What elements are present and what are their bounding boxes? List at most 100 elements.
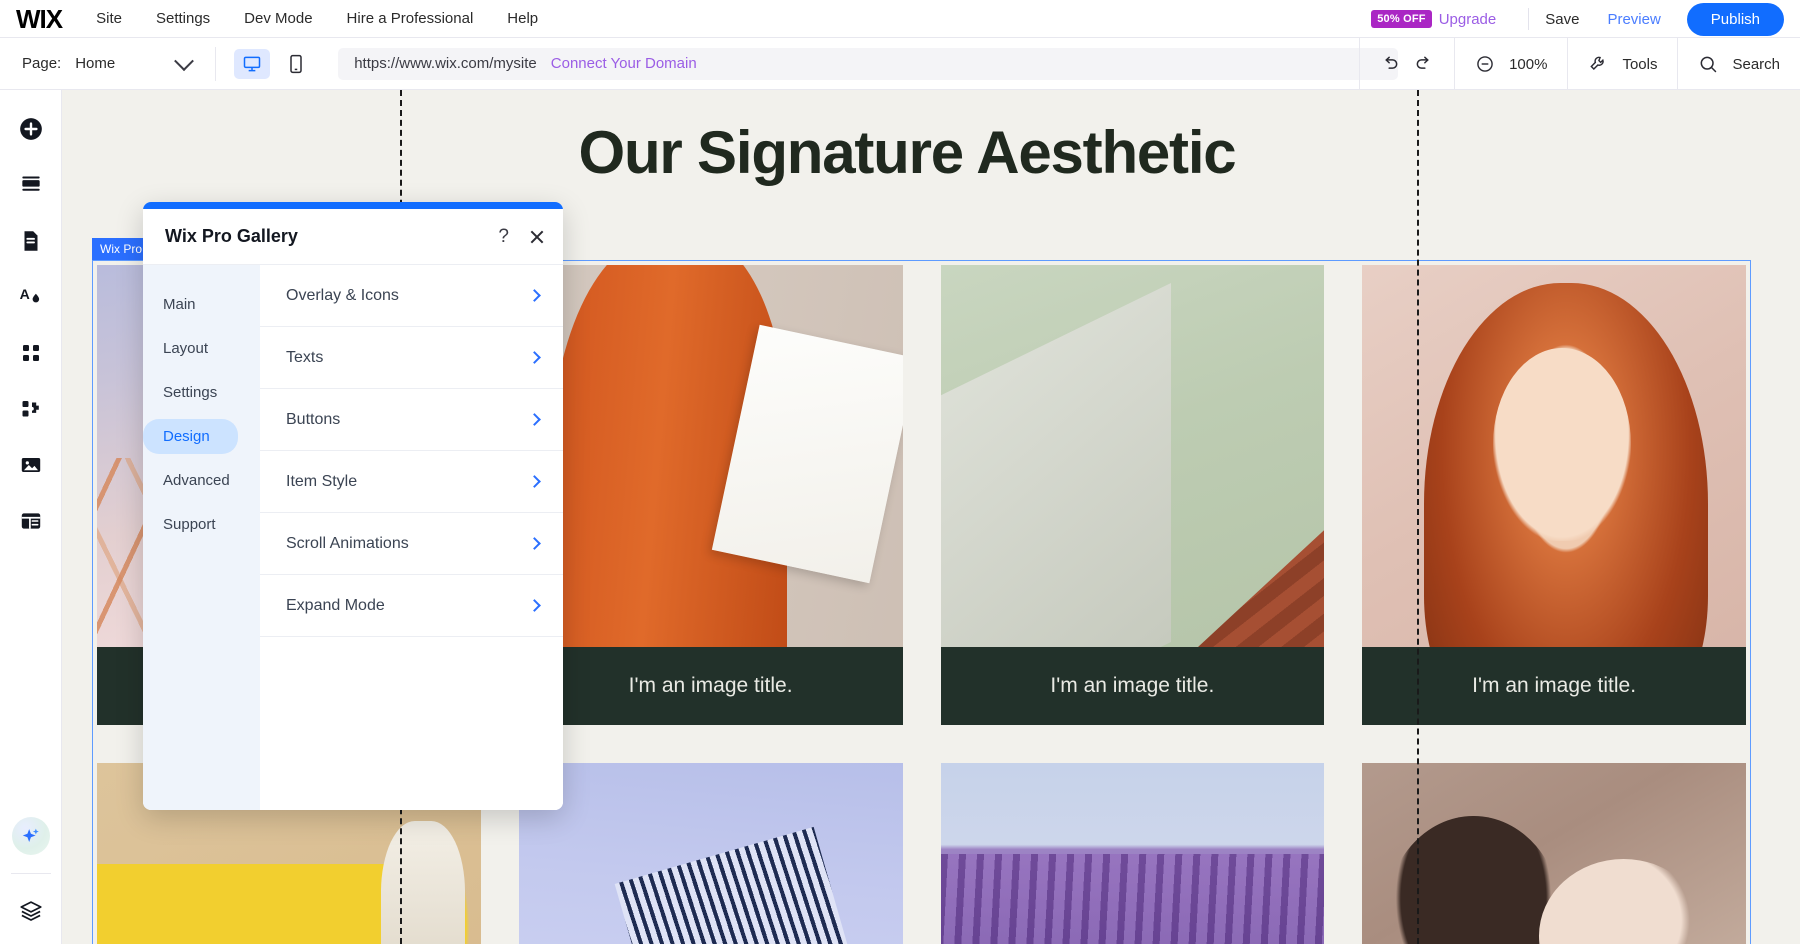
row-label: Overlay & Icons xyxy=(286,286,399,304)
row-label: Item Style xyxy=(286,472,358,490)
page-toolbar: Page: Home https://www.wix.com/mysite Co… xyxy=(0,38,1800,90)
panel-accent-bar xyxy=(143,202,563,209)
menu-item-settings[interactable]: Settings xyxy=(156,10,210,27)
app-market-button[interactable] xyxy=(8,386,54,432)
help-icon[interactable]: ? xyxy=(498,227,509,246)
panel-tab-main[interactable]: Main xyxy=(143,287,260,322)
content-manager-button[interactable] xyxy=(8,498,54,544)
wix-editor-window: WIX Site Settings Dev Mode Hire a Profes… xyxy=(0,0,1800,944)
preview-button[interactable]: Preview xyxy=(1607,11,1660,28)
blue-sky-building-photo xyxy=(518,763,903,944)
theme-icon: A xyxy=(19,286,39,303)
design-row-texts[interactable]: Texts xyxy=(260,327,563,389)
viewport-toggle xyxy=(234,48,314,79)
sections-icon xyxy=(21,176,40,191)
tools-label: Tools xyxy=(1622,55,1658,73)
design-row-item-style[interactable]: Item Style xyxy=(260,451,563,513)
svg-text:A: A xyxy=(19,286,29,302)
row-label: Buttons xyxy=(286,410,341,428)
panel-tab-design[interactable]: Design xyxy=(143,419,238,454)
page-label: Page: xyxy=(22,55,62,72)
chevron-down-icon[interactable] xyxy=(174,50,195,71)
gallery-item[interactable] xyxy=(940,763,1325,944)
lavender-field-photo xyxy=(940,763,1325,944)
zoom-group[interactable]: 100% xyxy=(1454,38,1567,90)
content-manager-icon xyxy=(21,513,40,529)
guide-line-right xyxy=(1417,90,1419,944)
history-group xyxy=(1359,38,1454,90)
site-theme-button[interactable]: A xyxy=(8,274,54,320)
wix-logo[interactable]: WIX xyxy=(16,6,63,32)
close-icon[interactable] xyxy=(529,229,545,245)
mobile-view-button[interactable] xyxy=(278,49,314,79)
publish-button[interactable]: Publish xyxy=(1686,2,1784,36)
undo-button[interactable] xyxy=(1380,54,1400,74)
divider xyxy=(10,873,51,874)
panel-tab-settings[interactable]: Settings xyxy=(143,375,260,410)
my-apps-button[interactable] xyxy=(8,330,54,376)
search-button[interactable] xyxy=(1698,54,1718,74)
mother-and-baby-photo xyxy=(1362,763,1746,944)
add-section-button[interactable] xyxy=(8,162,54,208)
monitor-icon xyxy=(243,56,261,71)
page-selector-value[interactable]: Home xyxy=(75,55,115,72)
gallery-item-caption: I'm an image title. xyxy=(518,647,903,725)
toolbar-right-actions: 100% Tools Search xyxy=(1359,38,1800,90)
upgrade-link[interactable]: Upgrade xyxy=(1439,11,1497,28)
design-row-overlay-and-icons[interactable]: Overlay & Icons xyxy=(260,265,563,327)
tools-button[interactable] xyxy=(1588,54,1608,74)
add-icon xyxy=(19,118,42,140)
chevron-right-icon xyxy=(528,475,541,488)
redo-icon xyxy=(1416,56,1429,69)
gallery-item[interactable] xyxy=(1362,763,1746,944)
gallery-item[interactable]: I'm an image title. xyxy=(1362,265,1746,725)
undo-icon xyxy=(1385,56,1398,69)
site-url-text: https://www.wix.com/mysite xyxy=(354,55,537,72)
chevron-right-icon xyxy=(528,289,541,302)
wrench-icon xyxy=(1590,56,1605,70)
save-button[interactable]: Save xyxy=(1545,11,1579,28)
chevron-right-icon xyxy=(528,599,541,612)
menu-item-dev-mode[interactable]: Dev Mode xyxy=(244,10,312,27)
design-row-scroll-animations[interactable]: Scroll Animations xyxy=(260,513,563,575)
media-button[interactable] xyxy=(8,442,54,488)
connect-domain-link[interactable]: Connect Your Domain xyxy=(551,55,697,72)
ai-sparkle-icon xyxy=(22,828,39,842)
mobile-icon xyxy=(290,54,302,73)
top-menu-bar: WIX Site Settings Dev Mode Hire a Profes… xyxy=(0,0,1800,38)
gallery-item[interactable]: I'm an image title. xyxy=(940,265,1325,725)
zoom-out-button[interactable] xyxy=(1475,54,1495,74)
pages-menu-button[interactable] xyxy=(8,218,54,264)
gallery-item[interactable] xyxy=(518,763,903,944)
design-row-buttons[interactable]: Buttons xyxy=(260,389,563,451)
search-group[interactable]: Search xyxy=(1677,38,1800,90)
pages-icon xyxy=(24,231,37,251)
tools-group[interactable]: Tools xyxy=(1567,38,1677,90)
search-label: Search xyxy=(1732,55,1780,73)
panel-title: Wix Pro Gallery xyxy=(165,226,298,246)
chevron-right-icon xyxy=(528,351,541,364)
menu-item-site[interactable]: Site xyxy=(96,10,122,27)
page-title: Our Signature Aesthetic xyxy=(578,119,1237,186)
site-url-bar[interactable]: https://www.wix.com/mysite Connect Your … xyxy=(338,47,1399,80)
row-label: Expand Mode xyxy=(286,596,385,614)
ai-assistant-button[interactable] xyxy=(11,817,50,855)
menu-item-help[interactable]: Help xyxy=(507,10,538,27)
menu-item-hire-a-professional[interactable]: Hire a Professional xyxy=(347,10,474,27)
desktop-view-button[interactable] xyxy=(234,48,271,79)
panel-tab-support[interactable]: Support xyxy=(143,507,260,542)
redo-button[interactable] xyxy=(1414,54,1434,74)
layers-button[interactable] xyxy=(8,888,54,934)
top-bar-actions: 50% OFF Upgrade Save Preview Publish xyxy=(1371,0,1784,38)
panel-tab-advanced[interactable]: Advanced xyxy=(143,463,260,498)
add-elements-button[interactable] xyxy=(8,106,54,152)
panel-tab-layout[interactable]: Layout xyxy=(143,331,260,366)
row-label: Texts xyxy=(286,348,324,366)
panel-nav: Main Layout Settings Design Advanced Sup… xyxy=(143,265,260,810)
design-row-expand-mode[interactable]: Expand Mode xyxy=(260,575,563,637)
gallery-settings-panel[interactable]: Wix Pro Gallery ? Main Layout Settings D… xyxy=(143,202,563,810)
zoom-out-icon xyxy=(1477,56,1493,72)
promo-badge: 50% OFF xyxy=(1371,10,1432,28)
gallery-item[interactable]: I'm an image title. xyxy=(518,265,903,725)
chevron-right-icon xyxy=(528,413,541,426)
